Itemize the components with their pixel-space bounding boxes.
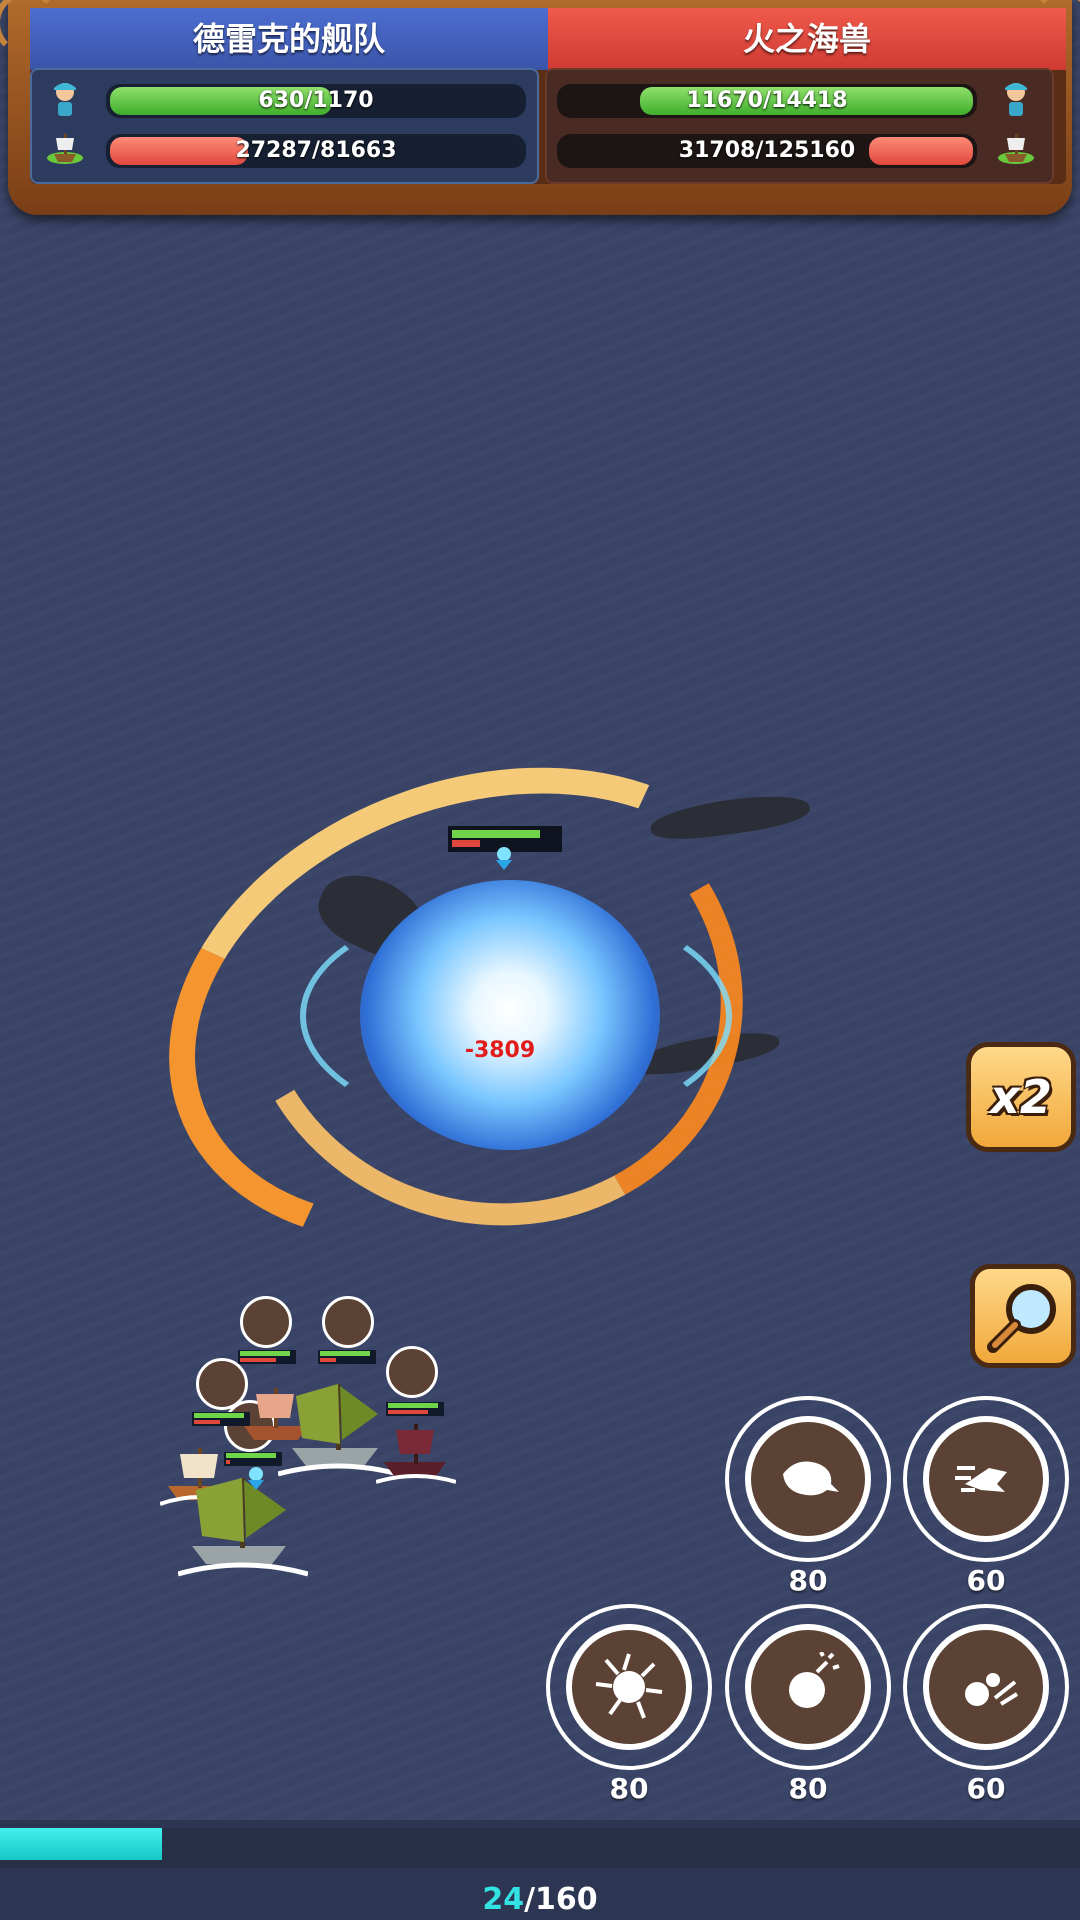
skill-cost: 80: [788, 1772, 828, 1805]
magnifier-icon: [987, 1284, 1056, 1353]
enemy-ship-fill: [452, 840, 480, 847]
skill-inner: [923, 1624, 1049, 1750]
ship-skill-icon: [322, 1296, 374, 1348]
left-team-title-bar: 德雷克的舰队: [30, 8, 548, 70]
speed-x2-label: x2: [990, 1070, 1052, 1124]
skill-cost: 80: [788, 1564, 828, 1597]
left-team-stats-panel: 630/1170 27287/81663: [30, 68, 539, 184]
right-team-stats-panel: 11670/14418 31708/125160: [545, 68, 1054, 184]
skill-button-cannonball[interactable]: [903, 1604, 1069, 1770]
energy-current: 24: [482, 1882, 525, 1917]
speed-x2-button[interactable]: x2: [966, 1042, 1076, 1152]
skill-button-dash[interactable]: [903, 1396, 1069, 1562]
energy-progress-text: 24/160: [0, 1882, 1080, 1917]
skill-button-lightning[interactable]: [546, 1604, 712, 1770]
bomb-skill-icon: [789, 1652, 840, 1708]
target-marker-icon: [496, 847, 512, 870]
right-crew-bar: 11670/14418: [557, 84, 977, 118]
target-marker-icon: [248, 1467, 264, 1490]
right-ship-bar: 31708/125160: [557, 134, 977, 168]
lightning-orb-skill-icon: [595, 1653, 663, 1719]
ship-icon: [47, 134, 83, 164]
left-crew-bar: 630/1170: [106, 84, 526, 118]
right-team-name: 火之海兽: [742, 20, 871, 58]
right-crew-value: 11670/14418: [686, 88, 848, 113]
left-ship-value: 27287/81663: [235, 138, 397, 163]
skill-cost: 80: [609, 1772, 649, 1805]
skill-inner: [745, 1624, 871, 1750]
zoom-button[interactable]: [970, 1264, 1076, 1368]
energy-max: 160: [535, 1882, 598, 1917]
crew-icon: [1005, 83, 1027, 116]
battle-header: 德雷克的舰队 火之海兽 630/1170 27287/81663 11670/1…: [0, 0, 1080, 230]
damage-number: -3809: [464, 1038, 536, 1063]
energy-progress: 24/160: [0, 1820, 1080, 1920]
skill-cost: 60: [966, 1772, 1006, 1805]
sailing-ship: [376, 1424, 456, 1484]
right-ship-value: 31708/125160: [678, 138, 856, 163]
energy-progress-fill: [0, 1828, 162, 1860]
left-team-name: 德雷克的舰队: [192, 20, 385, 58]
whale-skill-icon: [783, 1461, 839, 1496]
ship-skill-icon: [240, 1296, 292, 1348]
dash-skill-icon: [955, 1466, 1007, 1492]
right-team-title-bar: 火之海兽: [548, 8, 1066, 70]
left-ship-bar: 27287/81663: [106, 134, 526, 168]
skill-inner: [566, 1624, 692, 1750]
cannonball-skill-icon: [965, 1673, 1019, 1706]
skill-inner: [745, 1416, 871, 1542]
player-fleet[interactable]: [150, 1290, 480, 1600]
skill-button-bomb[interactable]: [725, 1604, 891, 1770]
energy-progress-track: [0, 1828, 1080, 1868]
crew-icon: [54, 83, 76, 116]
skill-button-whale[interactable]: [725, 1396, 891, 1562]
skill-cost: 60: [966, 1564, 1006, 1597]
energy-separator: /: [524, 1882, 536, 1917]
ship-health-bar: [238, 1350, 296, 1364]
lightning-orb-effect: [360, 880, 660, 1150]
ship-icon: [998, 134, 1034, 164]
sailing-ship: [178, 1478, 308, 1577]
left-crew-value: 630/1170: [258, 88, 374, 113]
skill-inner: [923, 1416, 1049, 1542]
enemy-crew-fill: [452, 830, 540, 838]
ship-health-bar: [318, 1350, 376, 1364]
